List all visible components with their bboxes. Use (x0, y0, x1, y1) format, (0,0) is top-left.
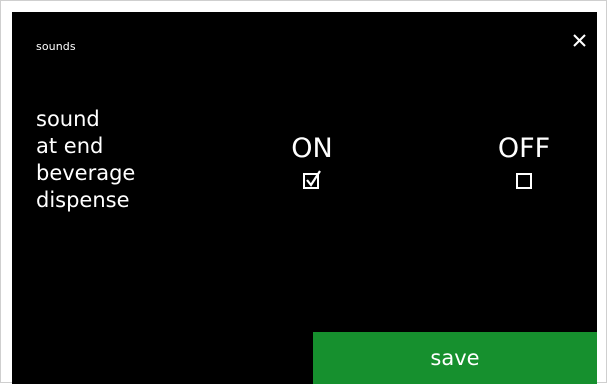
setting-label-line: dispense (36, 188, 130, 212)
option-off: OFF (474, 134, 574, 192)
checkbox-checked-icon (303, 170, 321, 189)
setting-label-line: sound (36, 107, 100, 131)
option-on: ON (262, 134, 362, 192)
checkbox-empty-icon (516, 173, 532, 189)
off-checkbox[interactable] (513, 170, 535, 192)
page-title: sounds (36, 40, 76, 53)
save-button[interactable]: save (313, 332, 597, 384)
close-icon (573, 34, 586, 47)
option-off-label: OFF (497, 133, 551, 164)
option-on-label: ON (291, 133, 333, 164)
on-checkbox[interactable] (301, 170, 323, 192)
setting-label-line: at end (36, 134, 104, 158)
setting-label-line: beverage (36, 161, 136, 185)
close-button[interactable] (569, 30, 591, 52)
device-frame: sounds sound at end beverage dispense ON (0, 0, 607, 384)
setting-label: sound at end beverage dispense (36, 106, 226, 214)
sounds-screen: sounds sound at end beverage dispense ON (12, 12, 597, 384)
